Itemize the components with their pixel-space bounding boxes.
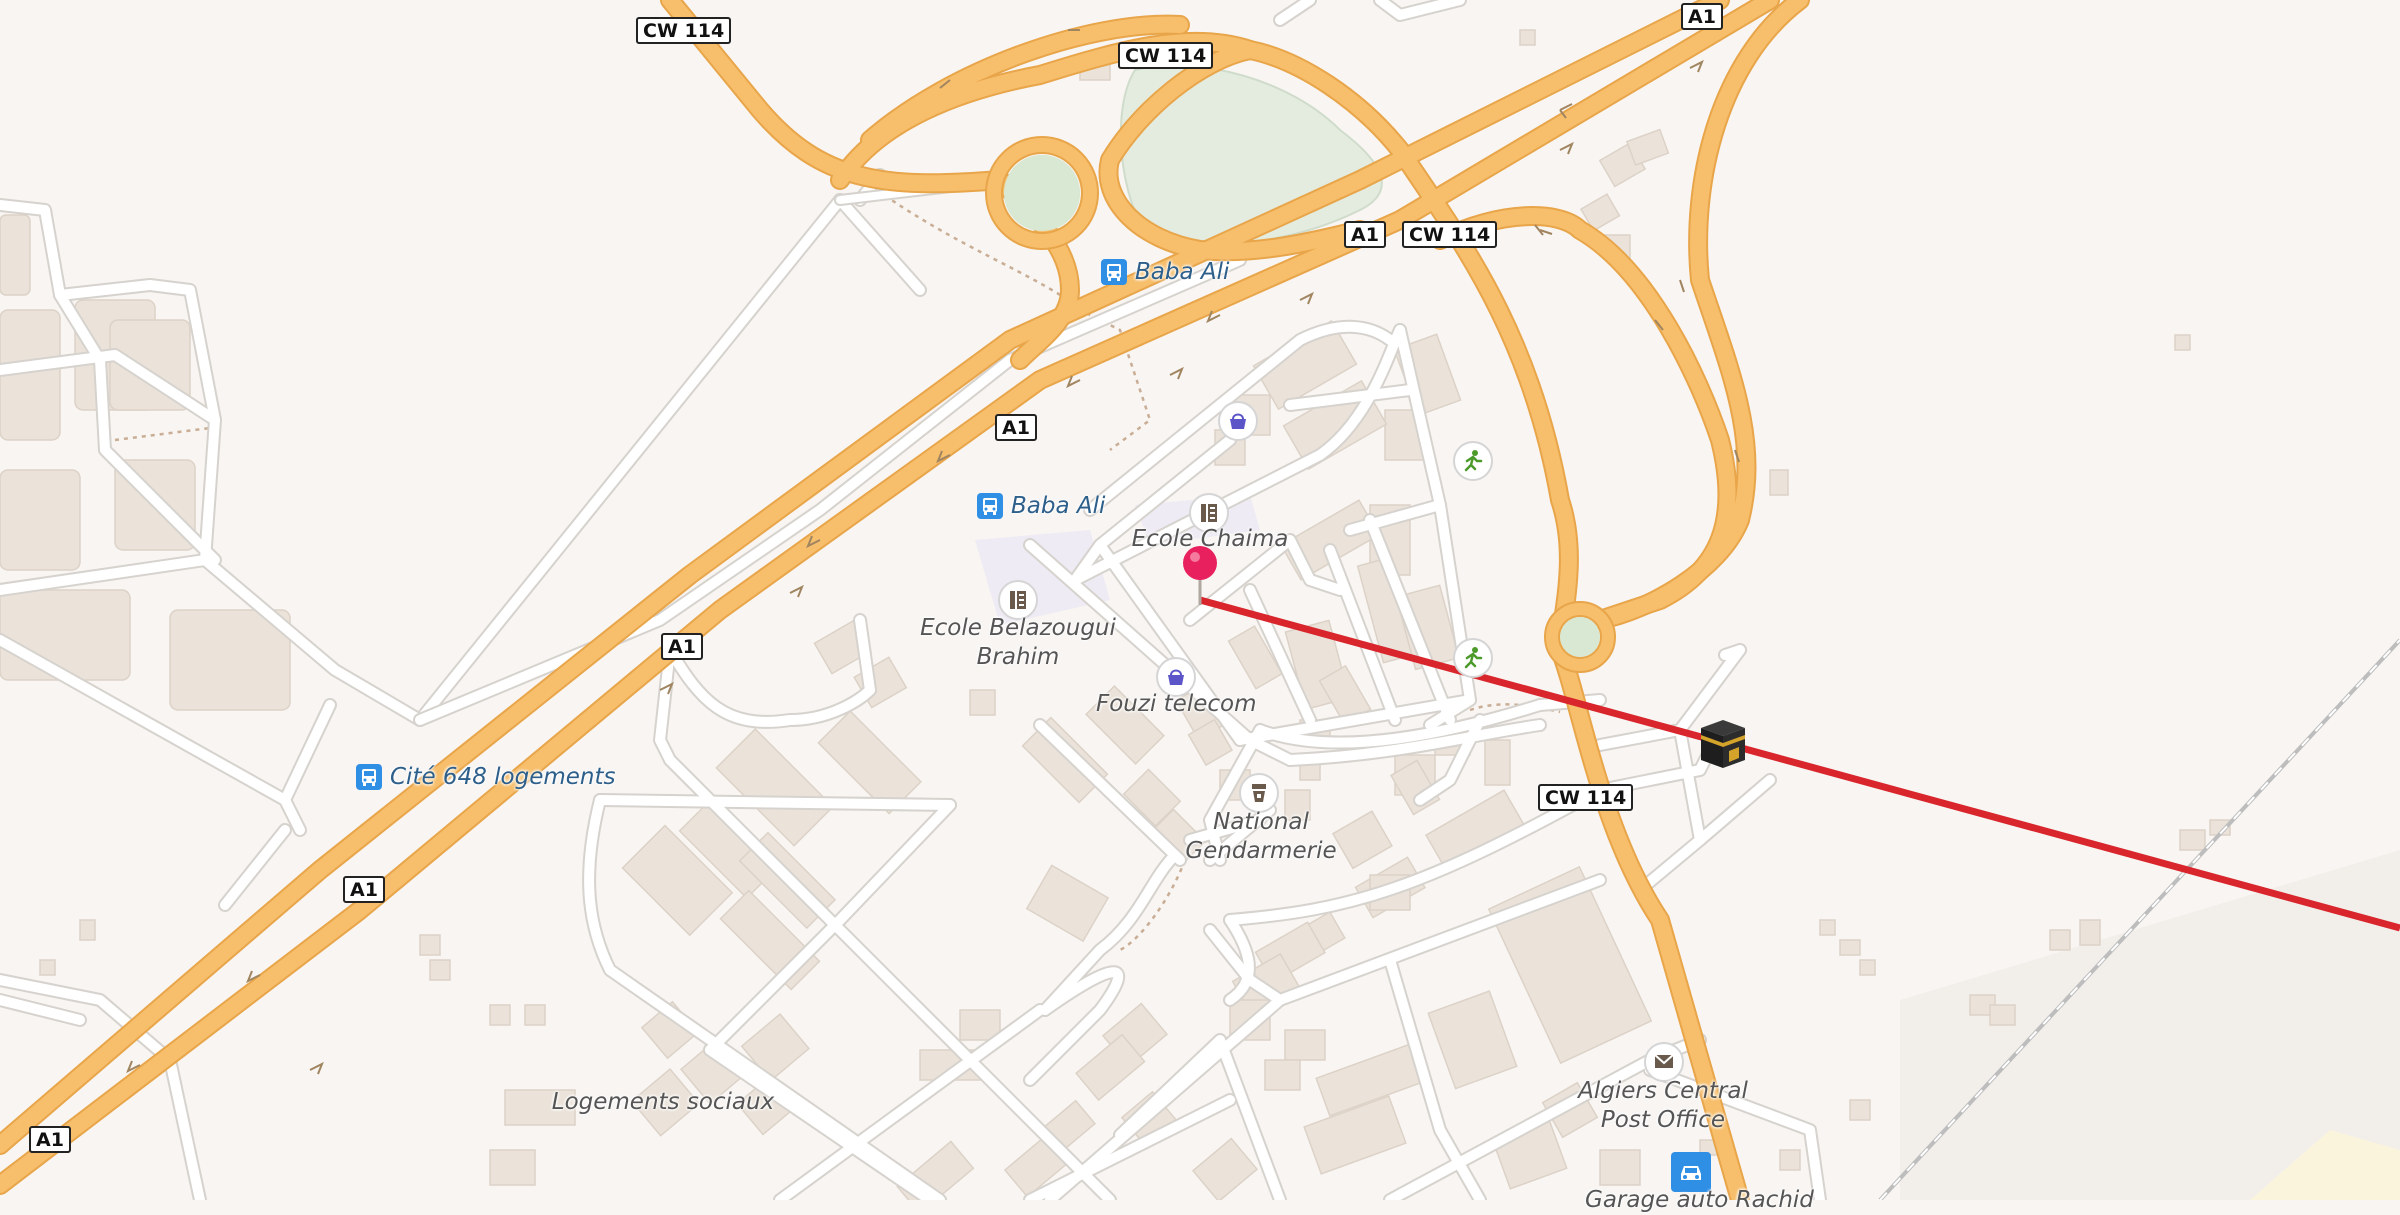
bus-stop-label[interactable]: Baba Ali <box>1135 258 1229 287</box>
road-shield-a1: A1 <box>1681 3 1723 30</box>
post-office-icon[interactable] <box>1644 1042 1684 1082</box>
road-shield-a1: A1 <box>995 414 1037 441</box>
bus-stop-label[interactable]: Cité 648 logements <box>390 763 616 792</box>
police-icon[interactable] <box>1239 773 1279 813</box>
road-shield-a1: A1 <box>29 1126 71 1153</box>
road-shield-cw114: CW 114 <box>1118 42 1214 69</box>
poi-label-fouzi-telecom[interactable]: Fouzi telecom <box>1096 690 1256 719</box>
poi-label-post-office[interactable]: Algiers Central Post Office <box>1563 1077 1763 1135</box>
road-shield-a1: A1 <box>343 876 385 903</box>
road-shield-cw114: CW 114 <box>1402 221 1498 248</box>
sport-running-icon[interactable] <box>1453 638 1493 678</box>
poi-label-gendarmerie[interactable]: National Gendarmerie <box>1161 808 1361 866</box>
road-shield-a1: A1 <box>661 633 703 660</box>
bus-stop-icon[interactable] <box>1101 259 1127 285</box>
poi-label-ecole-belazougui[interactable]: Ecole Belazougui Brahim <box>918 614 1118 672</box>
poi-label-garage[interactable]: Garage auto Rachid <box>1585 1186 1814 1215</box>
road-shield-a1: A1 <box>1344 221 1386 248</box>
shopping-basket-icon[interactable] <box>1218 401 1258 441</box>
bus-stop-icon[interactable] <box>356 764 382 790</box>
bus-stop-icon[interactable] <box>977 493 1003 519</box>
road-shield-cw114: CW 114 <box>636 17 732 44</box>
motorways <box>0 0 1810 1200</box>
sport-running-icon[interactable] <box>1453 441 1493 481</box>
location-pin-icon[interactable] <box>1181 545 1219 611</box>
area-label-logements-sociaux: Logements sociaux <box>551 1089 775 1115</box>
bus-stop-label[interactable]: Baba Ali <box>1011 492 1105 521</box>
road-shield-cw114: CW 114 <box>1538 784 1634 811</box>
kaaba-icon[interactable] <box>1696 716 1750 776</box>
